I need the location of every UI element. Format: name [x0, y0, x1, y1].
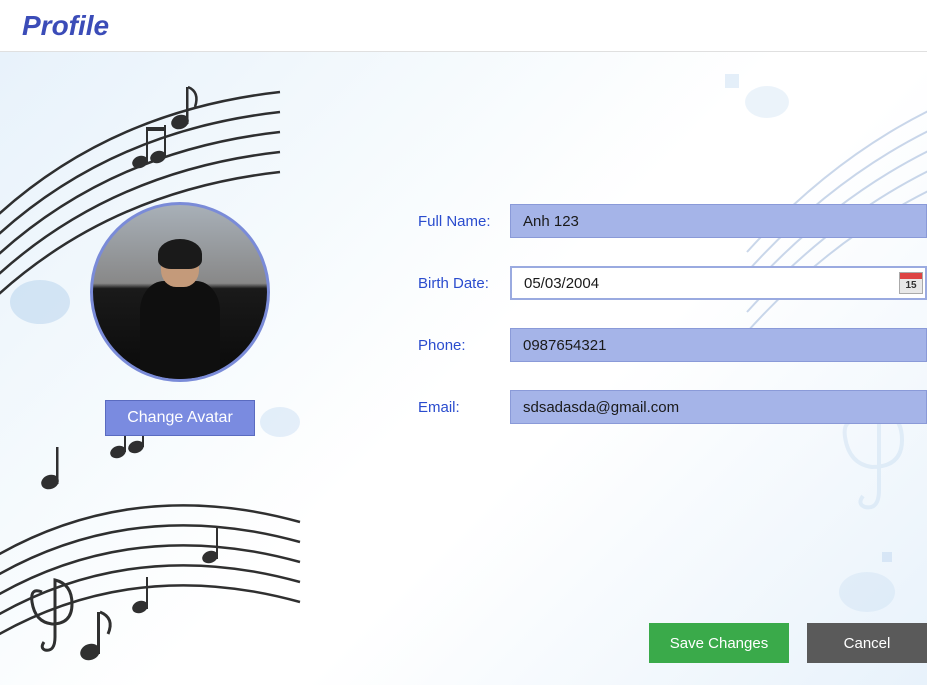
avatar-image	[90, 202, 270, 382]
phone-input[interactable]	[510, 328, 927, 362]
change-avatar-button[interactable]: Change Avatar	[105, 400, 255, 436]
email-label: Email:	[418, 399, 510, 416]
email-row: Email:	[418, 390, 927, 424]
calendar-icon-day: 15	[905, 280, 916, 291]
full-name-row: Full Name:	[418, 204, 927, 238]
birth-date-row: Birth Date: 15	[418, 266, 927, 300]
full-name-input[interactable]	[510, 204, 927, 238]
save-button[interactable]: Save Changes	[649, 623, 789, 663]
full-name-label: Full Name:	[418, 213, 510, 230]
phone-row: Phone:	[418, 328, 927, 362]
page-title: Profile	[22, 10, 109, 42]
action-buttons: Save Changes Cancel	[649, 623, 927, 663]
calendar-icon[interactable]: 15	[899, 272, 923, 294]
profile-form: Full Name: Birth Date: 15 Phone: Email:	[418, 204, 927, 452]
phone-label: Phone:	[418, 337, 510, 354]
avatar-section: Change Avatar	[90, 202, 270, 436]
email-input[interactable]	[510, 390, 927, 424]
content-area: Change Avatar Full Name: Birth Date: 15 …	[0, 52, 927, 685]
birth-date-label: Birth Date:	[418, 275, 510, 292]
birth-date-input[interactable]	[510, 266, 927, 300]
cancel-button[interactable]: Cancel	[807, 623, 927, 663]
header: Profile	[0, 0, 927, 52]
